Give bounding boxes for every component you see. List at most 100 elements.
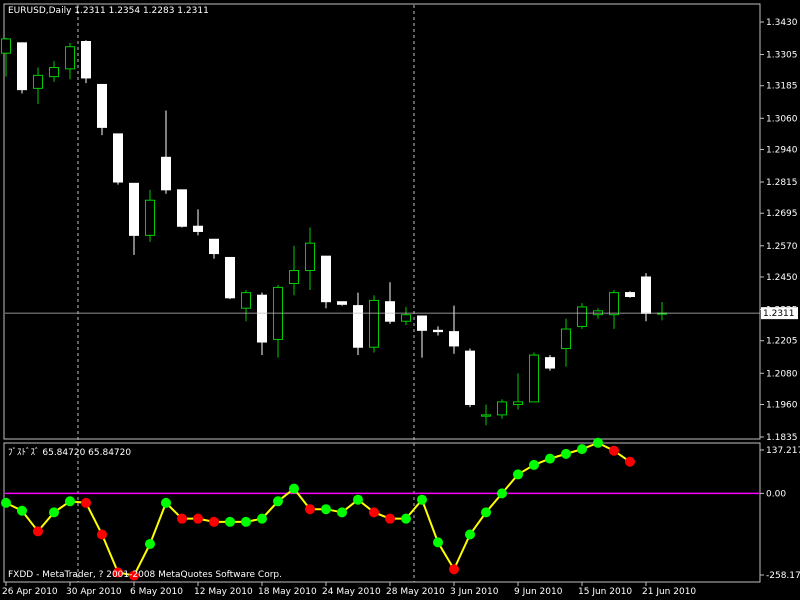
- price-tick-label: 1.2450: [766, 273, 798, 283]
- candle-body: [609, 292, 619, 316]
- candle-body: [369, 299, 379, 348]
- candle: [145, 189, 155, 242]
- indicator-up-dot: [1, 497, 11, 508]
- candle: [33, 67, 43, 104]
- candle: [529, 352, 539, 403]
- candle-body: [513, 401, 523, 405]
- indicator-up-dot: [433, 537, 443, 548]
- candle-body: [241, 292, 251, 309]
- candle: [129, 182, 139, 255]
- indicator-series: [1, 437, 635, 581]
- candle: [561, 318, 571, 367]
- candle-body: [177, 189, 187, 227]
- indicator-tick-label: 137.2173: [766, 446, 800, 456]
- candle: [545, 355, 555, 371]
- price-tick-label: 1.2080: [766, 369, 798, 379]
- indicator-up-dot: [257, 513, 267, 524]
- candle: [225, 256, 235, 300]
- price-tick-label: 1.2570: [766, 242, 798, 252]
- candle: [337, 301, 347, 306]
- indicator-down-dot: [369, 507, 379, 518]
- indicator-up-dot: [545, 453, 555, 464]
- candle-body: [353, 305, 363, 348]
- indicator-up-dot: [161, 497, 171, 508]
- indicator-up-dot: [353, 494, 363, 505]
- time-tick-label: 24 May 2010: [322, 587, 381, 597]
- price-tick-label: 1.3185: [766, 82, 798, 92]
- indicator-up-dot: [577, 444, 587, 455]
- price-tick-label: 1.1835: [766, 433, 798, 443]
- indicator-up-dot: [593, 437, 603, 448]
- price-tick-label: 1.2940: [766, 145, 798, 155]
- time-tick-label: 15 Jun 2010: [578, 587, 632, 597]
- candle-body: [641, 276, 651, 314]
- time-x-axis: 26 Apr 2010 30 Apr 2010 6 May 2010 12 May 2…: [2, 582, 696, 597]
- indicator-up-dot: [241, 516, 251, 527]
- candle-body: [449, 331, 459, 347]
- candle: [17, 42, 27, 94]
- indicator-chart-frame: [3, 442, 761, 583]
- candle: [209, 238, 219, 259]
- candle-body: [209, 238, 219, 255]
- candle-body: [289, 269, 299, 284]
- price-tick-label: 1.3060: [766, 114, 798, 124]
- current-price-label: 1.2311: [763, 309, 795, 319]
- indicator-up-dot: [529, 459, 539, 470]
- indicator-up-dot: [145, 538, 155, 549]
- candle-body: [161, 156, 171, 191]
- candle: [161, 110, 171, 194]
- chart-canvas: 1.3430 1.3305 1.3185 1.3060 1.2940 1.2815 1.26…: [1, 3, 800, 597]
- indicator-down-dot: [81, 497, 91, 508]
- indicator-up-dot: [337, 507, 347, 518]
- indicator-down-dot: [209, 516, 219, 527]
- price-candles: [1, 37, 667, 426]
- indicator-down-dot: [193, 513, 203, 524]
- indicator-up-dot: [289, 483, 299, 494]
- candle: [241, 289, 251, 322]
- price-tick-label: 1.2815: [766, 178, 798, 188]
- candle: [657, 301, 667, 321]
- candle: [481, 404, 491, 426]
- candle-body: [433, 329, 443, 333]
- price-tick-label: 1.1960: [766, 400, 798, 410]
- candle: [273, 284, 283, 358]
- time-tick-label: 30 Apr 2010: [66, 587, 122, 597]
- candle-body: [97, 83, 107, 128]
- indicator-down-dot: [177, 513, 187, 524]
- candle: [369, 295, 379, 353]
- indicator-up-dot: [401, 513, 411, 524]
- candle-body: [17, 42, 27, 91]
- candle: [577, 303, 587, 330]
- candle: [81, 40, 91, 84]
- candle-body: [337, 301, 347, 305]
- candle: [465, 348, 475, 408]
- candle-body: [65, 46, 75, 70]
- candle-body: [417, 315, 427, 331]
- candle: [609, 289, 619, 330]
- candle: [497, 399, 507, 419]
- price-chart-frame: [3, 3, 761, 440]
- candle-body: [577, 306, 587, 327]
- candle: [257, 292, 267, 356]
- indicator-down-dot: [625, 456, 635, 467]
- indicator-down-dot: [33, 526, 43, 537]
- candle: [641, 273, 651, 322]
- candle: [513, 373, 523, 410]
- indicator-up-dot: [49, 507, 59, 518]
- candle: [193, 209, 203, 236]
- indicator-tick-label: 0.00: [766, 489, 786, 499]
- candle: [97, 83, 107, 136]
- candle-body: [625, 292, 635, 297]
- time-tick-label: 28 May 2010: [386, 587, 445, 597]
- indicator-y-axis: 137.2173 0.00 -258.171: [5, 446, 800, 581]
- candle: [177, 189, 187, 228]
- candle-body: [305, 242, 315, 271]
- indicator-up-dot: [561, 448, 571, 459]
- time-tick-label: 26 Apr 2010: [2, 587, 58, 597]
- indicator-up-dot: [225, 516, 235, 527]
- indicator-up-dot: [65, 496, 75, 507]
- candle: [433, 326, 443, 336]
- indicator-tick-label: -258.171: [766, 571, 800, 581]
- indicator-up-dot: [481, 507, 491, 518]
- candle-body: [49, 67, 59, 78]
